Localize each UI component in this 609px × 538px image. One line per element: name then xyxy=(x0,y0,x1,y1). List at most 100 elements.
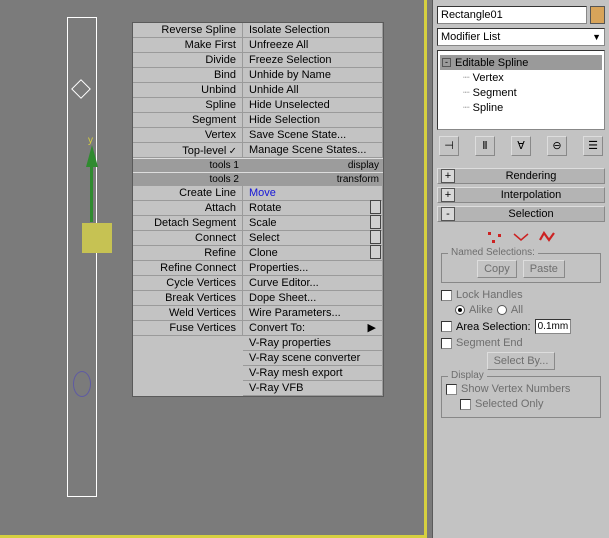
submenu-arrow-icon: ▶ xyxy=(368,321,376,336)
quad-item-curve-editor[interactable]: Curve Editor... xyxy=(243,276,383,291)
select-by-button[interactable]: Select By... xyxy=(487,352,556,370)
subobject-level-icons xyxy=(441,231,601,245)
quad-item-move[interactable]: Move xyxy=(243,186,383,201)
ellipse-shape[interactable] xyxy=(73,371,91,397)
quad-item-clone[interactable]: Clone xyxy=(243,246,383,261)
quad-item-vray-properties[interactable]: V-Ray properties xyxy=(243,336,383,351)
quad-item-unhide-all[interactable]: Unhide All xyxy=(243,83,383,98)
remove-modifier-button[interactable]: ⊖ xyxy=(547,136,567,156)
quad-header-display: display xyxy=(243,158,383,172)
vertex-level-icon[interactable] xyxy=(487,231,503,245)
quad-item-create-line[interactable]: Create Line xyxy=(133,186,243,201)
rollout-head-interpolation[interactable]: + Interpolation xyxy=(437,187,605,203)
quad-menu: Reverse Spline Make First Divide Bind Un… xyxy=(132,22,384,397)
quad-item-divide[interactable]: Divide xyxy=(133,53,243,68)
modifier-stack[interactable]: - Editable Spline ┈Vertex ┈Segment ┈Spli… xyxy=(437,50,605,130)
quad-item-vray-mesh-export[interactable]: V-Ray mesh export xyxy=(243,366,383,381)
quad-item-hide-unselected[interactable]: Hide Unselected xyxy=(243,98,383,113)
quad-item-freeze-selection[interactable]: Freeze Selection xyxy=(243,53,383,68)
stack-root-editable-spline[interactable]: - Editable Spline xyxy=(440,55,602,70)
option-box-icon[interactable] xyxy=(370,215,381,229)
stack-sub-spline[interactable]: ┈Spline xyxy=(440,100,602,115)
quad-header-transform: transform xyxy=(243,172,383,186)
area-selection-label: Area Selection: xyxy=(456,321,531,333)
quad-item-attach[interactable]: Attach xyxy=(133,201,243,216)
rollout-head-selection[interactable]: - Selection xyxy=(437,206,605,222)
spline-level-icon[interactable] xyxy=(539,231,555,245)
show-end-button[interactable]: Ⅱ xyxy=(475,136,495,156)
modifier-list-label: Modifier List xyxy=(441,31,500,43)
quad-item-unfreeze-all[interactable]: Unfreeze All xyxy=(243,38,383,53)
quad-item-properties[interactable]: Properties... xyxy=(243,261,383,276)
segment-level-icon[interactable] xyxy=(513,231,529,245)
option-box-icon[interactable] xyxy=(370,230,381,244)
quad-item-detach-segment[interactable]: Detach Segment xyxy=(133,216,243,231)
chevron-down-icon: ▼ xyxy=(592,32,601,42)
quad-item-isolate-selection[interactable]: Isolate Selection xyxy=(243,23,383,38)
command-panel: Modifier List ▼ - Editable Spline ┈Verte… xyxy=(432,0,609,538)
quad-item-vray-scene-converter[interactable]: V-Ray scene converter xyxy=(243,351,383,366)
y-axis-icon xyxy=(86,145,98,167)
segment-end-checkbox[interactable] xyxy=(441,338,452,349)
selected-only-checkbox[interactable] xyxy=(460,399,471,410)
quad-item-top-level[interactable]: Top-level ✓ xyxy=(133,143,243,158)
all-radio[interactable] xyxy=(497,305,507,315)
quad-item-dope-sheet[interactable]: Dope Sheet... xyxy=(243,291,383,306)
quad-item-fuse-vertices[interactable]: Fuse Vertices xyxy=(133,321,243,336)
quad-item-spline[interactable]: Spline xyxy=(133,98,243,113)
origin-gizmo[interactable] xyxy=(82,223,112,253)
area-selection-value[interactable] xyxy=(535,319,571,334)
quad-item-refine[interactable]: Refine xyxy=(133,246,243,261)
minus-icon: - xyxy=(441,207,455,221)
option-box-icon[interactable] xyxy=(370,200,381,214)
quad-item-vertex[interactable]: Vertex xyxy=(133,128,243,143)
paste-button[interactable]: Paste xyxy=(523,260,565,278)
rollout-interpolation: + Interpolation xyxy=(437,187,605,203)
quad-item-select[interactable]: Select xyxy=(243,231,383,246)
make-unique-button[interactable]: ∀ xyxy=(511,136,531,156)
collapse-icon[interactable]: - xyxy=(442,58,451,67)
quad-item-segment[interactable]: Segment xyxy=(133,113,243,128)
quad-item-break-vertices[interactable]: Break Vertices xyxy=(133,291,243,306)
quad-item-wire-parameters[interactable]: Wire Parameters... xyxy=(243,306,383,321)
copy-button[interactable]: Copy xyxy=(477,260,517,278)
rollout-head-rendering[interactable]: + Rendering xyxy=(437,168,605,184)
stack-sub-vertex[interactable]: ┈Vertex xyxy=(440,70,602,85)
quad-item-hide-selection[interactable]: Hide Selection xyxy=(243,113,383,128)
quad-item-vray-vfb[interactable]: V-Ray VFB xyxy=(243,381,383,396)
pin-stack-button[interactable]: ⊣ xyxy=(439,136,459,156)
object-color-swatch[interactable] xyxy=(590,6,605,24)
quad-item-refine-connect[interactable]: Refine Connect xyxy=(133,261,243,276)
quad-item-connect[interactable]: Connect xyxy=(133,231,243,246)
quad-header-tools1: tools 1 xyxy=(133,158,243,172)
stack-sub-segment[interactable]: ┈Segment xyxy=(440,85,602,100)
quad-item-manage-scene-states[interactable]: Manage Scene States... xyxy=(243,143,383,158)
quad-item-scale[interactable]: Scale xyxy=(243,216,383,231)
object-name-input[interactable] xyxy=(437,6,587,24)
quad-item-bind[interactable]: Bind xyxy=(133,68,243,83)
quad-item-weld-vertices[interactable]: Weld Vertices xyxy=(133,306,243,321)
y-axis-stem xyxy=(90,167,93,222)
configure-sets-button[interactable]: ☰ xyxy=(583,136,603,156)
quad-option-icons xyxy=(370,200,381,260)
show-vertex-numbers-checkbox[interactable] xyxy=(446,384,457,395)
quad-item-rotate[interactable]: Rotate xyxy=(243,201,383,216)
lock-handles-row: Lock Handles xyxy=(441,289,601,301)
lock-handles-checkbox[interactable] xyxy=(441,290,452,301)
plus-icon: + xyxy=(441,169,455,183)
stack-toolbar: ⊣ Ⅱ ∀ ⊖ ☰ xyxy=(439,136,603,156)
rollout-rendering: + Rendering xyxy=(437,168,605,184)
alike-radio[interactable] xyxy=(455,305,465,315)
quad-item-cycle-vertices[interactable]: Cycle Vertices xyxy=(133,276,243,291)
named-selections-group: Named Selections: Copy Paste xyxy=(441,253,601,283)
quad-item-convert-to[interactable]: Convert To:▶ xyxy=(243,321,383,336)
area-selection-checkbox[interactable] xyxy=(441,321,452,332)
option-box-icon[interactable] xyxy=(370,245,381,259)
quad-item-reverse-spline[interactable]: Reverse Spline xyxy=(133,23,243,38)
quad-item-unhide-by-name[interactable]: Unhide by Name xyxy=(243,68,383,83)
modifier-list-dropdown[interactable]: Modifier List ▼ xyxy=(437,28,605,46)
quad-item-unbind[interactable]: Unbind xyxy=(133,83,243,98)
plus-icon: + xyxy=(441,188,455,202)
quad-item-save-scene-state[interactable]: Save Scene State... xyxy=(243,128,383,143)
quad-item-make-first[interactable]: Make First xyxy=(133,38,243,53)
